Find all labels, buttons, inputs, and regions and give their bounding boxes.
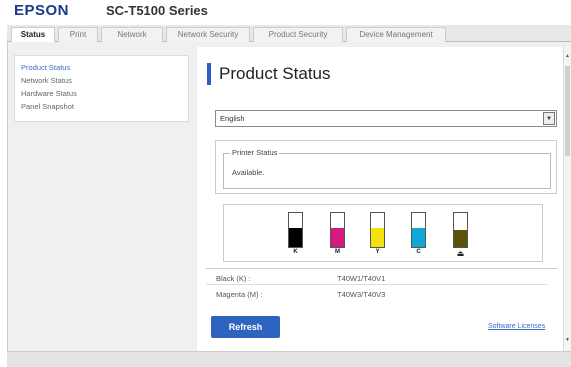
ink-name: Black (K) : — [216, 274, 251, 283]
scroll-up-icon[interactable]: ▲ — [565, 53, 570, 59]
brand-logo: EPSON — [14, 2, 70, 19]
printer-status-panel: Printer Status Available. — [215, 140, 557, 194]
ink-code: T40W1/T40V1 — [337, 274, 386, 283]
status-bar — [7, 351, 571, 367]
tab-status[interactable]: Status — [11, 27, 55, 43]
main-panel: Product Status English ▼ Printer Status … — [197, 47, 563, 351]
sidebar-item-network-status[interactable]: Network Status — [21, 76, 72, 85]
sidebar-item-hardware-status[interactable]: Hardware Status — [21, 89, 77, 98]
ink-level-yellow — [371, 228, 384, 247]
chevron-down-icon[interactable]: ▼ — [543, 112, 555, 125]
ink-cartridge-black — [288, 212, 303, 248]
ink-label-cyan: C — [416, 249, 421, 255]
tab-network-security[interactable]: Network Security — [166, 27, 250, 42]
maintenance-box-icon: ⏏ — [456, 249, 465, 258]
ink-cartridge-cyan — [411, 212, 426, 248]
ink-levels-panel: K M Y C ⏏ — [223, 204, 543, 262]
language-select-value: English — [220, 114, 245, 123]
printer-status-group: Printer Status Available. — [223, 148, 551, 189]
printer-status-value: Available. — [232, 168, 265, 177]
ink-level-cyan — [412, 228, 425, 247]
tab-device-management[interactable]: Device Management — [346, 27, 446, 42]
ink-label-black: K — [293, 249, 298, 255]
sidebar-item-panel-snapshot[interactable]: Panel Snapshot — [21, 102, 74, 111]
tab-bar: Status Print Network Network Security Pr… — [7, 25, 571, 43]
ink-cartridge-magenta — [330, 212, 345, 248]
maintenance-box-level — [454, 230, 467, 247]
table-row: Black (K) : T40W1/T40V1 — [206, 269, 548, 285]
ink-level-black — [289, 228, 302, 247]
printer-status-legend: Printer Status — [230, 148, 280, 157]
scroll-thumb[interactable] — [565, 66, 570, 156]
scroll-down-icon[interactable]: ▼ — [565, 337, 570, 343]
maintenance-box — [453, 212, 468, 248]
ink-table: Black (K) : T40W1/T40V1 Magenta (M) : T4… — [206, 268, 558, 300]
sidebar: Product Status Network Status Hardware S… — [14, 55, 189, 122]
ink-cartridge-yellow — [370, 212, 385, 248]
ink-label-magenta: M — [335, 249, 340, 255]
header: EPSON SC-T5100 Series — [0, 0, 571, 24]
refresh-button[interactable]: Refresh — [211, 316, 280, 338]
sidebar-item-product-status[interactable]: Product Status — [21, 63, 70, 72]
tab-print[interactable]: Print — [58, 27, 98, 42]
model-name: SC-T5100 Series — [106, 3, 208, 18]
ink-code: T40W3/T40V3 — [337, 290, 386, 299]
ink-label-yellow: Y — [375, 249, 380, 255]
title-accent — [207, 63, 211, 85]
ink-name: Magenta (M) : — [216, 290, 263, 299]
page-title: Product Status — [219, 64, 331, 83]
table-row: Magenta (M) : T40W3/T40V3 — [206, 285, 548, 300]
software-licenses-link[interactable]: Software Licenses — [488, 323, 545, 330]
tab-product-security[interactable]: Product Security — [253, 27, 343, 42]
language-select[interactable]: English ▼ — [215, 110, 557, 127]
tab-network[interactable]: Network — [101, 27, 163, 42]
scrollbar[interactable]: ▲ ▼ — [563, 47, 571, 351]
ink-level-magenta — [331, 228, 344, 247]
